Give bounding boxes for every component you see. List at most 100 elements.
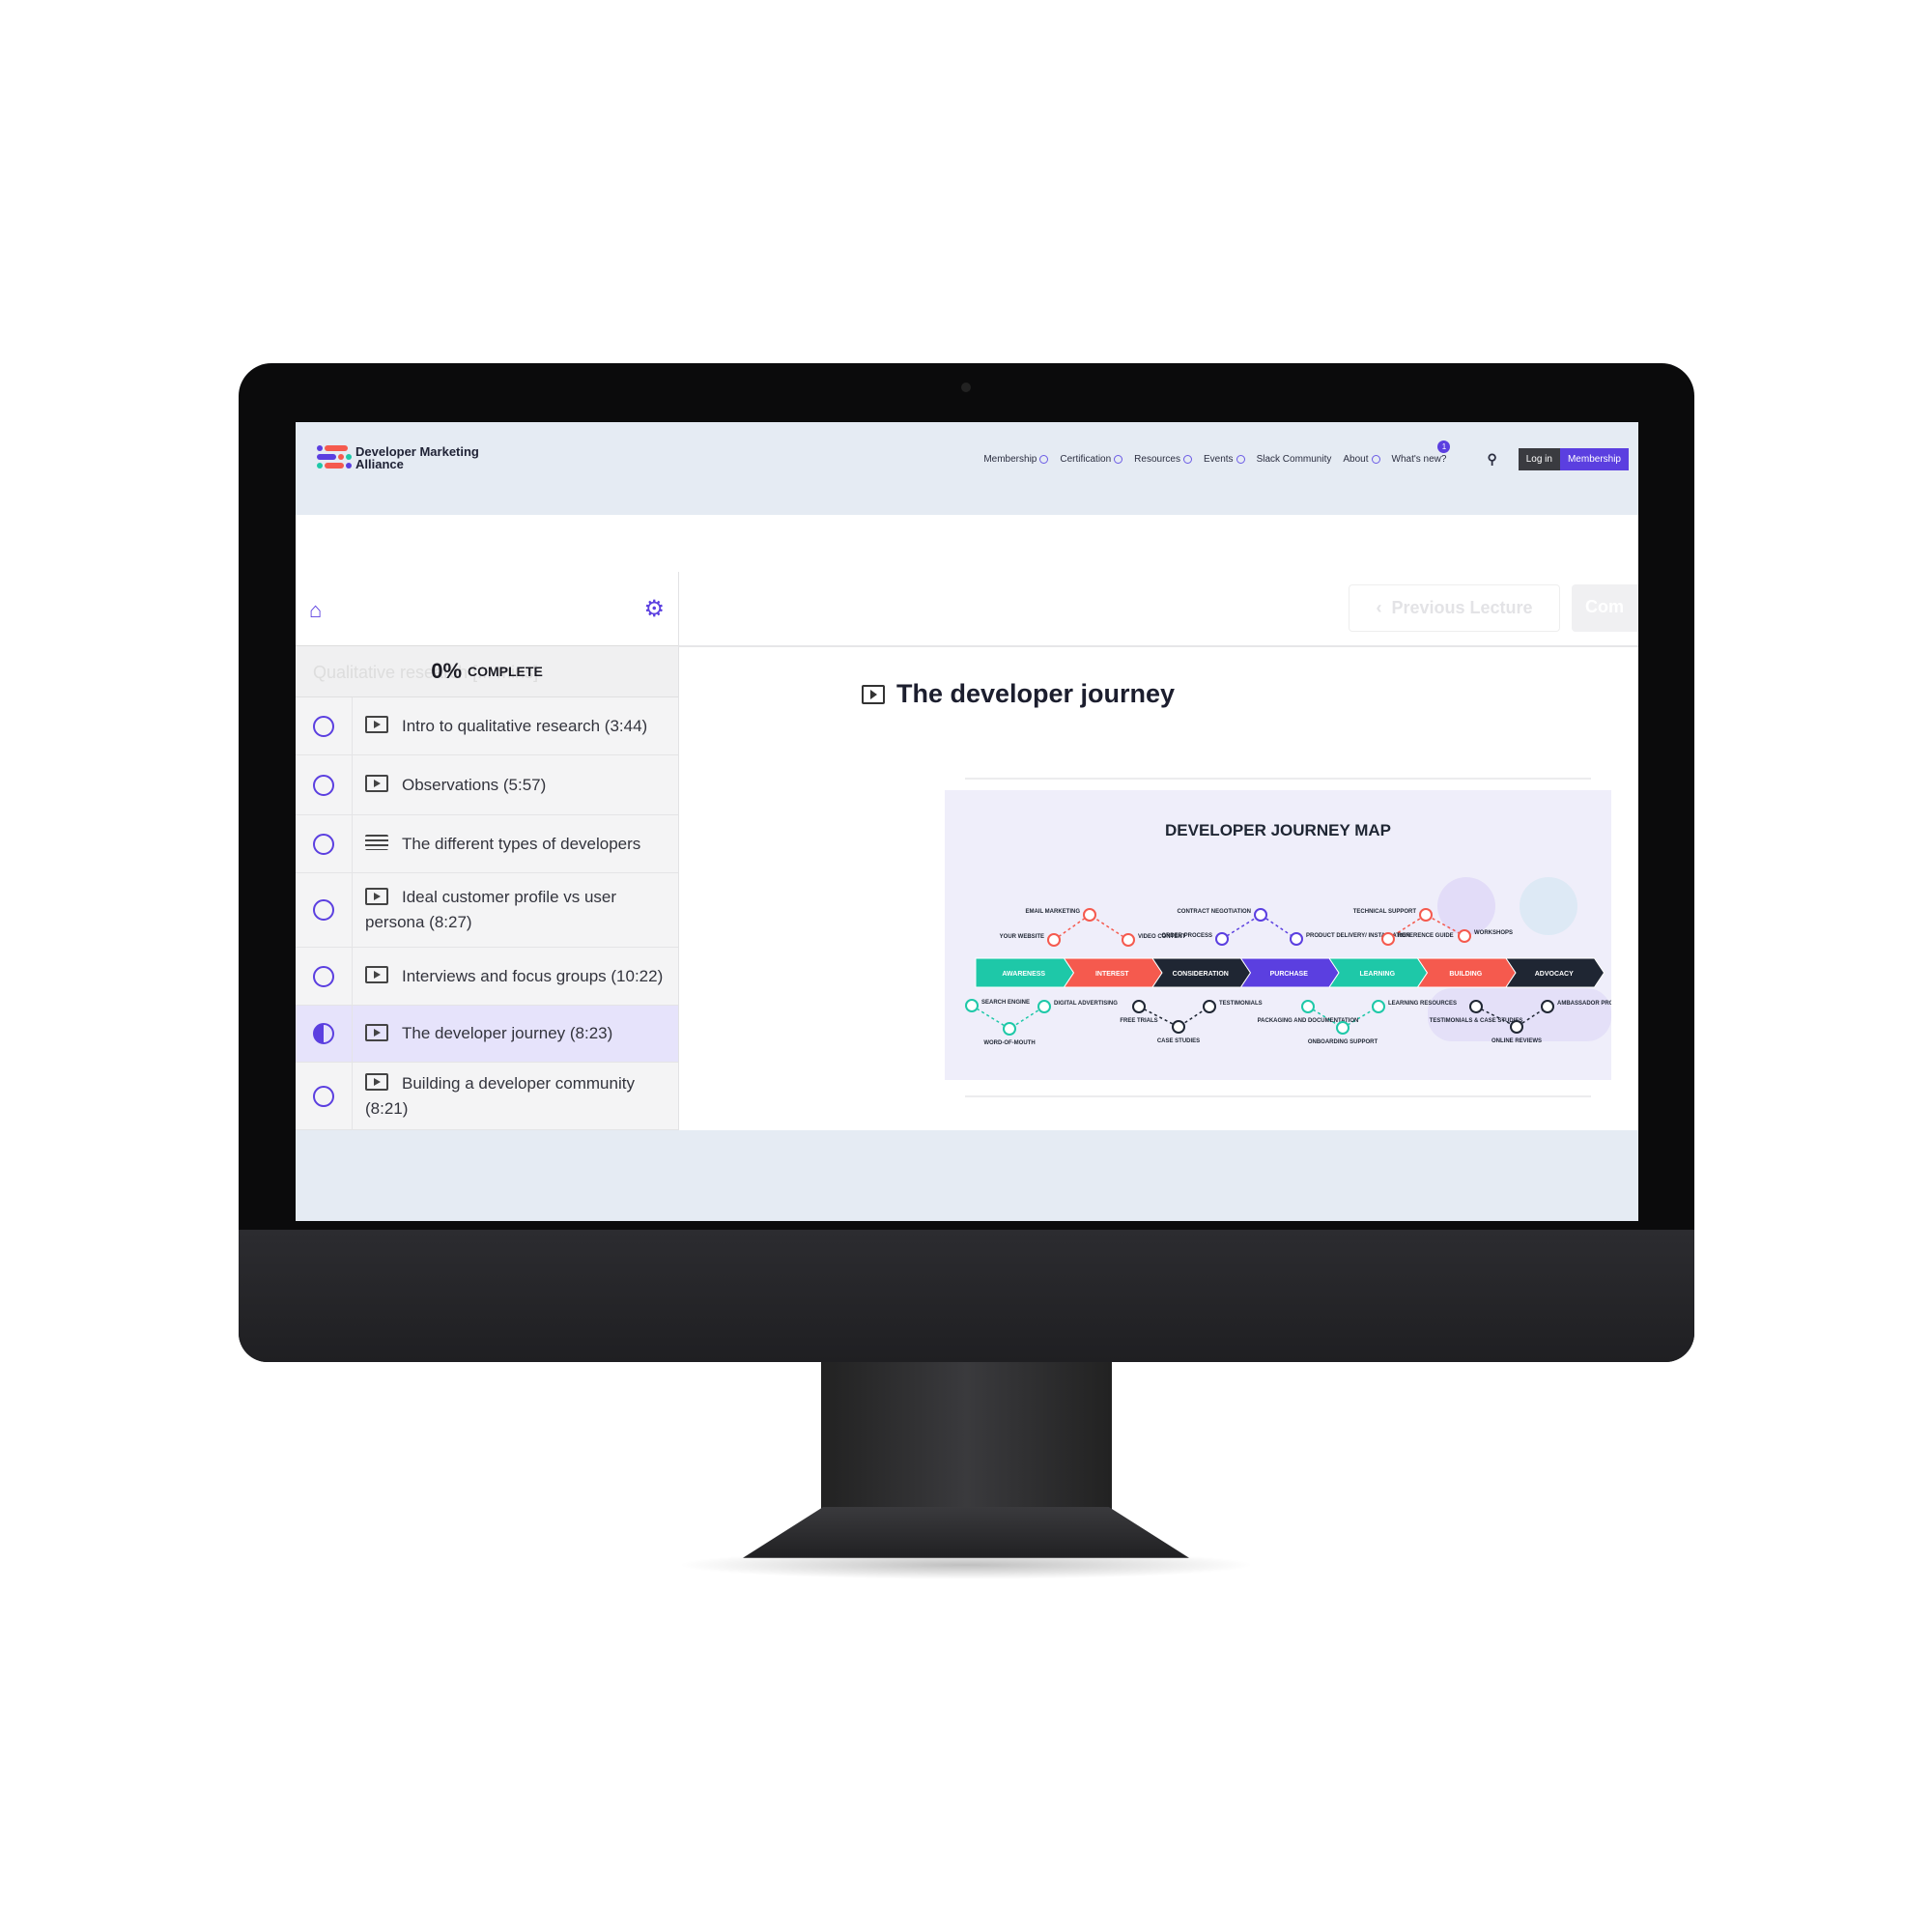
nav-membership[interactable]: Membership [983, 454, 1049, 465]
stage-label: BUILDING [1449, 971, 1482, 978]
stage-label: PURCHASE [1270, 971, 1309, 978]
decor-shape [1428, 988, 1611, 1041]
touchpoint-label: LEARNING RESOURCES [1388, 1001, 1457, 1007]
stage-label: LEARNING [1359, 971, 1395, 978]
lesson-label: Ideal customer profile vs user persona (… [365, 887, 617, 931]
divider [352, 948, 353, 1005]
journey-map-image: DEVELOPER JOURNEY MAP AWARENESS INTEREST CO… [945, 790, 1632, 1080]
previous-lecture-button[interactable]: ‹ Previous Lecture [1349, 584, 1560, 632]
home-icon[interactable]: ⌂ [309, 598, 322, 623]
touchpoint-label: TECHNICAL SUPPORT [1353, 909, 1417, 915]
video-icon [365, 1023, 388, 1041]
touchpoint-label: ONLINE REVIEWS [1492, 1038, 1542, 1044]
half-circle-progress-icon[interactable] [313, 1023, 334, 1044]
divider [352, 815, 353, 872]
touchpoint-label: WORD-OF-MOUTH [983, 1040, 1035, 1046]
chevron-down-icon [1236, 455, 1245, 464]
lesson-label: The different types of developers [365, 832, 640, 857]
gear-icon[interactable]: ⚙ [643, 595, 665, 623]
touchpoint-marker [1203, 1000, 1216, 1013]
nav-about[interactable]: About [1343, 454, 1380, 465]
lesson-item[interactable]: Ideal customer profile vs user persona (… [296, 873, 678, 948]
empty-circle-icon[interactable] [313, 833, 334, 855]
nav-events[interactable]: Events [1204, 454, 1245, 465]
touchpoint-marker [1132, 1000, 1146, 1013]
empty-circle-icon[interactable] [313, 899, 334, 921]
map-title: DEVELOPER JOURNEY MAP [1165, 821, 1391, 839]
touchpoint-label: DIGITAL ADVERTISING [1054, 1001, 1118, 1007]
divider [965, 778, 1591, 780]
empty-circle-icon[interactable] [313, 715, 334, 737]
lesson-item[interactable]: Interviews and focus groups (10:22) [296, 948, 678, 1006]
touchpoint-marker [1419, 908, 1433, 922]
divider [352, 755, 353, 814]
decor-circle [1437, 877, 1495, 935]
chevron-left-icon: ‹ [1376, 598, 1382, 617]
touchpoint-label: CONTRACT NEGOTIATION [1177, 909, 1251, 915]
touchpoint-marker [1510, 1020, 1523, 1034]
touchpoint-label: FREE TRIALS [1120, 1018, 1157, 1024]
nav-resources[interactable]: Resources [1134, 454, 1192, 465]
touchpoint-label: CASE STUDIES [1157, 1038, 1200, 1044]
notification-badge: 1 [1437, 440, 1451, 453]
course-sidebar: ⌂ ⚙ Qualitative research [... mins] 0% C… [296, 572, 679, 1130]
touchpoint-label: TESTIMONIALS & CASE STUDIES [1430, 1018, 1523, 1024]
lesson-item[interactable]: Intro to qualitative research (3:44) [296, 697, 678, 755]
lesson-item[interactable]: Observations (5:57) [296, 755, 678, 815]
touchpoint-label: YOUR WEBSITE [1000, 934, 1044, 940]
lesson-label: Intro to qualitative research (3:44) [365, 714, 647, 739]
empty-circle-icon[interactable] [313, 965, 334, 987]
progress-bar: Qualitative research [... mins] 0% COMPL… [296, 646, 678, 697]
lesson-label: Interviews and focus groups (10:22) [365, 964, 663, 989]
empty-circle-icon[interactable] [313, 1085, 334, 1107]
nav-slack-community[interactable]: Slack Community [1257, 454, 1332, 465]
touchpoint-marker [1541, 1000, 1554, 1013]
decor-circle [1520, 877, 1577, 935]
touchpoint-marker [1122, 933, 1135, 947]
nav-whats-new[interactable]: What's new? 1 [1392, 440, 1451, 465]
touchpoint-marker [1003, 1022, 1016, 1036]
lesson-label: The developer journey (8:23) [365, 1021, 612, 1046]
touchpoint-marker [1301, 1000, 1315, 1013]
divider [352, 1063, 353, 1129]
touchpoint-label: ORDER PROCESS [1161, 933, 1212, 939]
complete-button[interactable]: Com [1572, 584, 1638, 632]
lesson-label: Observations (5:57) [365, 773, 546, 798]
touchpoint-label: REFERENCE GUIDE [1398, 933, 1454, 939]
divider [965, 1095, 1591, 1097]
touchpoint-label: TESTIMONIALS [1219, 1001, 1263, 1007]
video-icon [365, 775, 388, 793]
camera [961, 383, 971, 392]
stage-label: CONSIDERATION [1173, 971, 1229, 978]
main-nav: Membership Certification Resources Event… [983, 440, 1638, 470]
chevron-down-icon [1371, 455, 1380, 464]
touchpoint-marker [1458, 929, 1471, 943]
progress-percent: 0% [431, 659, 462, 683]
chevron-down-icon [1039, 455, 1049, 464]
divider [352, 697, 353, 754]
touchpoint-marker [1381, 932, 1395, 946]
logo-mark-icon [317, 445, 352, 470]
video-icon [365, 887, 388, 905]
site-footer [296, 1130, 1638, 1221]
divider [679, 645, 1638, 647]
empty-circle-icon[interactable] [313, 774, 334, 796]
touchpoint-marker [1047, 933, 1061, 947]
monitor-chin [239, 1230, 1694, 1362]
stage-label: AWARENESS [1002, 971, 1045, 978]
logo-text: Developer Marketing Alliance [355, 444, 479, 471]
divider [352, 1006, 353, 1062]
login-button[interactable]: Log in [1518, 448, 1560, 470]
stage-label: ADVOCACY [1535, 971, 1574, 978]
progress-label: COMPLETE [468, 664, 543, 679]
screen: Developer Marketing Alliance Membership … [296, 422, 1638, 1221]
search-icon[interactable]: ⚲ [1487, 451, 1496, 468]
logo[interactable]: Developer Marketing Alliance [317, 445, 500, 470]
lesson-item[interactable]: Building a developer community (8:21) [296, 1063, 678, 1130]
lesson-item[interactable]: The developer journey (8:23) [296, 1006, 678, 1063]
nav-certification[interactable]: Certification [1060, 454, 1123, 465]
touchpoint-marker [1037, 1000, 1051, 1013]
lecture-title: The developer journey [862, 679, 1175, 709]
membership-button[interactable]: Membership [1559, 448, 1629, 470]
lesson-item[interactable]: The different types of developers [296, 815, 678, 873]
